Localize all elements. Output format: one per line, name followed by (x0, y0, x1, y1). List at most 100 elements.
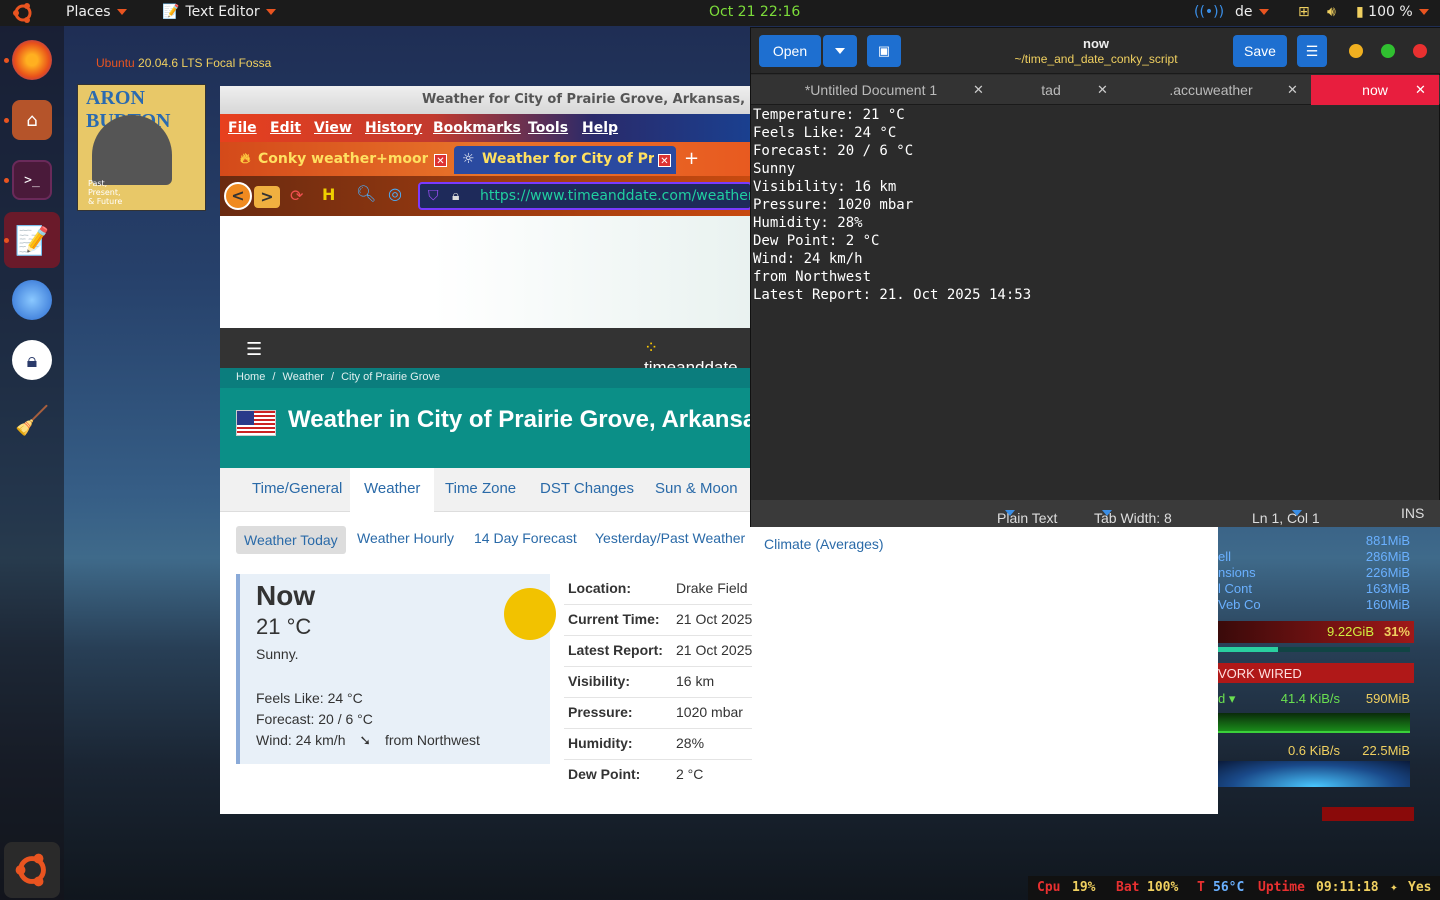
bleachbit-icon[interactable]: 🧹 (12, 400, 52, 440)
row-key: Pressure: (568, 704, 633, 720)
os-version-label: Ubuntu 20.04.6 LTS Focal Fossa (96, 56, 271, 70)
tab-weather[interactable]: Weather (350, 468, 435, 512)
house-icon: ⌂ (26, 109, 38, 131)
places-menu[interactable]: Places (66, 4, 127, 20)
open-button[interactable]: Open (759, 35, 821, 67)
ubuntu-apps-icon[interactable] (4, 842, 60, 898)
chevron-down-icon (265, 9, 276, 15)
album-subtitle-line: Present, (88, 188, 121, 197)
insert-mode[interactable]: INS (1401, 505, 1424, 521)
process-mem: 286MiB (1365, 549, 1410, 564)
close-tab-icon[interactable]: ✕ (1287, 82, 1298, 98)
editor-tab[interactable]: .accuweather ✕ (1111, 75, 1311, 105)
menu-edit[interactable]: Edit (270, 120, 301, 136)
menu-file[interactable]: File (228, 120, 257, 136)
chevron-down-icon (1102, 510, 1112, 516)
menu-bookmarks[interactable]: Bookmarks (433, 120, 521, 136)
hamburger-menu-button[interactable]: ☰ (1297, 35, 1327, 67)
breadcrumb-weather[interactable]: Weather (283, 371, 324, 383)
subtab-weather-hourly[interactable]: Weather Hourly (357, 530, 454, 546)
minimize-button[interactable] (1349, 44, 1363, 58)
page-content: ☰ ⁘ timeanddate Home / Weather / City of… (220, 216, 752, 814)
weather-description: Sunny. (256, 646, 299, 662)
conky-bar (1322, 807, 1414, 821)
flame-icon: 🔥︎ (240, 151, 251, 167)
editor-tab-label: .accuweather (1169, 82, 1253, 98)
editor-status-bar: Plain Text Tab Width: 8 Ln 1, Col 1 INS (751, 500, 1440, 527)
menu-tools[interactable]: Tools (528, 120, 568, 136)
subtab-14-day-forecast[interactable]: 14 Day Forecast (474, 530, 577, 546)
tab-dst-changes[interactable]: DST Changes (540, 480, 634, 497)
close-tab-icon[interactable]: ✕ (1097, 82, 1108, 98)
editor-tab[interactable]: tad ✕ (991, 75, 1111, 105)
forecast: Forecast: 20 / 6 °C (256, 711, 373, 727)
text-editor-window: Open ▣ now ~/time_and_date_conky_script … (750, 27, 1440, 527)
tab-sun-moon[interactable]: Sun & Moon (655, 480, 738, 497)
open-menu-button[interactable] (823, 35, 857, 67)
maximize-button[interactable] (1381, 44, 1395, 58)
breadcrumb: Home / Weather / City of Prairie Grove (220, 368, 752, 388)
close-button[interactable] (1413, 44, 1427, 58)
process-name: l Cont (1218, 581, 1252, 596)
browser-tab[interactable]: 🔥︎ Conky weather+moon scr ✕ (220, 146, 452, 174)
subtab-weather-today[interactable]: Weather Today (236, 526, 346, 554)
breadcrumb-city[interactable]: City of Prairie Grove (341, 371, 440, 383)
download-row: d ▾ 41.4 KiB/s 590MiB (1218, 691, 1414, 707)
close-tab-icon[interactable]: ✕ (434, 154, 447, 167)
tab-time-zone[interactable]: Time Zone (445, 480, 516, 497)
process-row: l Cont 163MiB (1218, 581, 1414, 597)
table-row: Location: Drake Field (564, 574, 752, 605)
cpu-value: 19% (1072, 880, 1096, 895)
ubuntu-menu-icon[interactable] (12, 3, 34, 27)
save-button[interactable]: Save (1233, 35, 1287, 67)
hamburger-menu-icon[interactable]: ☰ (246, 339, 262, 360)
browser-tab-label: Weather for City of Prairie Grove (482, 151, 654, 167)
chevron-down-icon (1418, 9, 1429, 15)
keyboard-layout[interactable]: de (1235, 4, 1269, 20)
close-tab-icon[interactable]: ✕ (658, 154, 671, 167)
current-weather-card: Now 21 °C Sunny. Feels Like: 24 °C Forec… (236, 574, 556, 764)
sync-icon[interactable]: ◎ (388, 184, 402, 203)
uptime-label: Uptime (1258, 880, 1305, 895)
page-content-overflow: Climate (Averages) (752, 506, 1218, 814)
keepass-icon[interactable]: 🔒︎ (12, 340, 52, 380)
battery-indicator[interactable]: ▮ 100 % (1356, 4, 1429, 20)
breadcrumb-home[interactable]: Home (236, 371, 265, 383)
home-icon[interactable]: H (322, 185, 335, 204)
new-tab-button[interactable]: + (684, 148, 699, 169)
battery-value: 100% (1147, 880, 1179, 895)
menu-help[interactable]: Help (582, 120, 618, 136)
menu-view[interactable]: View (314, 120, 352, 136)
clock[interactable]: Oct 21 22:16 (709, 4, 800, 20)
row-key: Current Time: (568, 611, 660, 627)
browser-tab-active[interactable]: ☼ Weather for City of Prairie Grove ✕ (454, 146, 676, 174)
close-tab-icon[interactable]: ✕ (973, 82, 984, 98)
search-icon[interactable]: 🔍︎ (356, 184, 376, 203)
reload-icon[interactable]: ⟳ (290, 186, 303, 205)
forward-icon[interactable]: > (254, 186, 280, 208)
editor-tab-active[interactable]: now ✕ (1311, 75, 1439, 105)
url-bar[interactable]: ⛉ 🔒︎ https://www.timeanddate.com/weather… (418, 182, 752, 210)
app-menu[interactable]: 📝 Text Editor (162, 4, 276, 20)
menu-history[interactable]: History (365, 120, 422, 136)
row-value: 21 Oct 2025, 15:16:03 (676, 611, 752, 627)
subtab-past-weather[interactable]: Yesterday/Past Weather (595, 530, 745, 546)
volume-icon[interactable]: 🔊︎ (1327, 4, 1336, 20)
editor-text-area[interactable]: Temperature: 21 °C Feels Like: 24 °C For… (753, 106, 1439, 500)
back-icon[interactable]: < (224, 182, 252, 210)
browser-navbar: < > ⟳ H 🔍︎ ◎ ⛉ 🔒︎ https://www.timeanddat… (220, 176, 752, 216)
network-icon[interactable]: ⊞ (1298, 4, 1310, 20)
text-editor-icon[interactable]: 📝 (4, 212, 60, 268)
thunderbird-icon[interactable] (12, 280, 52, 320)
firefox-icon[interactable] (12, 40, 52, 80)
close-tab-icon[interactable]: ✕ (1415, 82, 1426, 98)
editor-tab[interactable]: *Untitled Document 1 ✕ (751, 75, 991, 105)
subtab-climate[interactable]: Climate (Averages) (764, 536, 884, 552)
browser-title-bar[interactable]: Weather for City of Prairie Grove, Arkan… (220, 86, 752, 114)
home-folder-icon[interactable]: ⌂ (12, 100, 52, 140)
tab-time-general[interactable]: Time/General (252, 480, 342, 497)
shield-icon: ⛉ (428, 188, 439, 204)
wireless-icon[interactable]: ((•)) (1194, 4, 1224, 20)
terminal-icon[interactable]: >_ (12, 160, 52, 200)
new-tab-button[interactable]: ▣ (867, 35, 901, 67)
